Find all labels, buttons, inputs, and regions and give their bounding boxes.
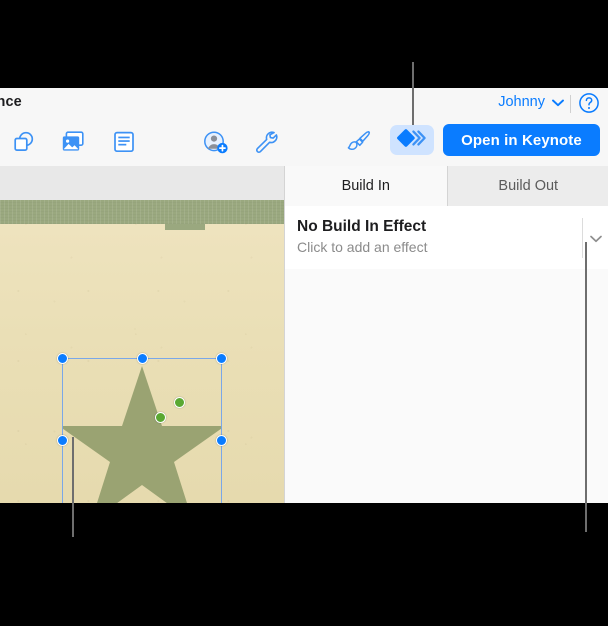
tab-build-in[interactable]: Build In — [285, 166, 447, 206]
build-effect-options-area — [285, 269, 608, 503]
resize-handle-top-center[interactable] — [136, 353, 148, 364]
canvas-overlay — [0, 88, 284, 503]
build-effect-title: No Build In Effect — [297, 218, 427, 235]
toolbar-divider — [570, 95, 571, 113]
paintbrush-icon — [347, 130, 373, 154]
open-in-keynote-button[interactable]: Open in Keynote — [443, 124, 600, 156]
animate-diamond-icon — [397, 128, 427, 153]
tab-build-out[interactable]: Build Out — [446, 166, 608, 206]
animate-inspector-panel: Build In Build Out No Build In Effect Cl… — [284, 166, 608, 503]
resize-handle-top-left[interactable] — [57, 353, 68, 364]
animate-tool-button[interactable] — [390, 125, 434, 155]
callout-line-effect-disclosure — [585, 242, 587, 532]
resize-handle-middle-left[interactable] — [57, 434, 68, 446]
callout-line-animate-button — [412, 62, 414, 125]
format-tool-button[interactable] — [340, 123, 380, 161]
account-menu[interactable]: Johnny — [498, 94, 564, 110]
account-name-label: Johnny — [498, 94, 545, 110]
chevron-down-icon — [552, 97, 564, 109]
build-tabs: Build In Build Out — [285, 166, 608, 207]
shape-adjust-handle-outer[interactable] — [174, 397, 185, 408]
shape-adjust-handle-inner[interactable] — [155, 412, 166, 423]
resize-handle-top-right[interactable] — [216, 353, 227, 364]
selection-bounding-box — [62, 358, 222, 503]
build-effect-row[interactable]: No Build In Effect Click to add an effec… — [285, 206, 608, 270]
resize-handle-middle-right[interactable] — [216, 434, 227, 446]
screenshot-root: ssance Johnny — [0, 0, 608, 626]
callout-line-star-object — [72, 437, 74, 537]
selected-star-object[interactable] — [57, 353, 227, 503]
effect-row-divider — [582, 218, 583, 258]
help-circle-icon[interactable] — [578, 92, 600, 114]
build-effect-subtitle: Click to add an effect — [297, 239, 428, 255]
chevron-down-icon[interactable] — [588, 232, 604, 244]
